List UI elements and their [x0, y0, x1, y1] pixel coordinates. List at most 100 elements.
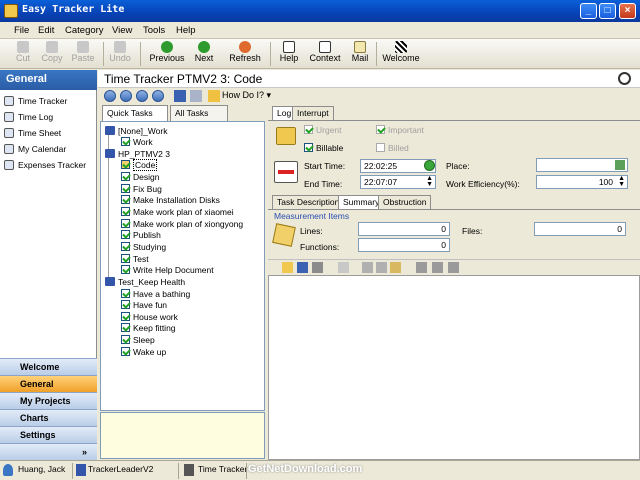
maximize-button[interactable]: □: [599, 3, 616, 19]
nav-time-sheet[interactable]: Time Sheet: [4, 128, 61, 138]
task-checkbox[interactable]: [121, 265, 130, 274]
task-checkbox[interactable]: [121, 207, 130, 216]
end-time-field[interactable]: 22:07:07 ▲ ▼: [360, 175, 436, 189]
nav-my-projects[interactable]: My Projects: [0, 392, 97, 409]
help-button[interactable]: Help: [278, 41, 300, 67]
pause-button[interactable]: [136, 90, 148, 102]
tab-obstruction[interactable]: Obstruction: [378, 195, 432, 209]
tree-item-wake-up[interactable]: Wake up: [121, 347, 166, 357]
task-checkbox[interactable]: [121, 160, 130, 169]
tree-item-test[interactable]: Test: [121, 254, 149, 264]
task-checkbox[interactable]: [121, 300, 130, 309]
find-icon[interactable]: [416, 262, 427, 273]
cut-icon[interactable]: [362, 262, 373, 273]
undo-icon[interactable]: [338, 262, 349, 273]
tree-item-house-work[interactable]: House work: [121, 312, 178, 322]
task-checkbox[interactable]: [121, 335, 130, 344]
nav-welcome[interactable]: Welcome: [0, 358, 97, 375]
refresh-button[interactable]: Refresh: [228, 41, 262, 67]
tree-item-work-plan-xiaomei[interactable]: Make work plan of xiaomei: [121, 207, 234, 217]
copy-button[interactable]: Copy: [40, 41, 64, 67]
open-icon[interactable]: [282, 262, 293, 273]
task-checkbox[interactable]: [121, 184, 130, 193]
context-button[interactable]: Context: [308, 41, 342, 67]
task-checkbox[interactable]: [121, 289, 130, 298]
tree-item-keep-fitting[interactable]: Keep fitting: [121, 323, 176, 333]
menu-help[interactable]: Help: [176, 25, 196, 36]
tree-item-have-fun[interactable]: Have fun: [121, 300, 167, 310]
task-notes-area[interactable]: [100, 412, 265, 459]
nav-my-calendar[interactable]: My Calendar: [4, 144, 66, 154]
nav-time-tracker[interactable]: Time Tracker: [4, 96, 67, 106]
save-icon[interactable]: [297, 262, 308, 273]
tree-item-work[interactable]: Work: [121, 137, 153, 147]
tab-interrupt[interactable]: Interrupt: [292, 106, 334, 120]
tree-item-fix-bug[interactable]: Fix Bug: [121, 184, 162, 194]
document-icon[interactable]: [190, 90, 202, 102]
go-icon[interactable]: [424, 160, 435, 171]
task-checkbox[interactable]: [121, 254, 130, 263]
nav-time-log[interactable]: Time Log: [4, 112, 53, 122]
tab-quick-tasks[interactable]: Quick Tasks: [102, 105, 168, 122]
task-checkbox[interactable]: [121, 312, 130, 321]
nav-settings[interactable]: Settings: [0, 426, 97, 443]
replace-icon[interactable]: [448, 262, 459, 273]
save-icon[interactable]: [174, 90, 186, 102]
task-checkbox[interactable]: [121, 195, 130, 204]
mail-button[interactable]: Mail: [350, 41, 370, 67]
undo-button[interactable]: Undo: [108, 41, 132, 67]
tree-item-sleep[interactable]: Sleep: [121, 335, 155, 345]
task-checkbox[interactable]: [121, 242, 130, 251]
rewind-button[interactable]: [104, 90, 116, 102]
menu-edit[interactable]: Edit: [38, 25, 54, 36]
menu-file[interactable]: File: [14, 25, 29, 36]
tree-group-none-work[interactable]: [None]_Work: [105, 126, 167, 136]
welcome-button[interactable]: Welcome: [381, 41, 421, 67]
task-checkbox[interactable]: [121, 137, 130, 146]
billed-checkbox[interactable]: Billed: [376, 143, 409, 153]
tree-item-design[interactable]: Design: [121, 172, 159, 182]
tree-item-code[interactable]: Code: [121, 159, 158, 171]
paste-icon[interactable]: [390, 262, 401, 273]
tree-item-publish[interactable]: Publish: [121, 230, 161, 240]
previous-button[interactable]: Previous: [149, 41, 185, 67]
task-checkbox[interactable]: [121, 172, 130, 181]
tree-item-work-plan-xiongyong[interactable]: Make work plan of xiongyong: [121, 219, 243, 229]
nav-charts[interactable]: Charts: [0, 409, 97, 426]
functions-field[interactable]: 0: [358, 238, 450, 252]
tree-item-studying[interactable]: Studying: [121, 242, 166, 252]
nav-expenses-tracker[interactable]: Expenses Tracker: [4, 160, 86, 170]
map-icon[interactable]: [615, 160, 625, 170]
nav-general[interactable]: General: [0, 375, 97, 392]
menu-category[interactable]: Category: [65, 25, 104, 36]
tree-item-write-help-document[interactable]: Write Help Document: [121, 265, 214, 275]
urgent-checkbox[interactable]: Urgent: [304, 125, 342, 135]
task-checkbox[interactable]: [121, 230, 130, 239]
find-next-icon[interactable]: [432, 262, 443, 273]
menu-tools[interactable]: Tools: [143, 25, 165, 36]
files-field[interactable]: 0: [534, 222, 626, 236]
cut-button[interactable]: Cut: [14, 41, 32, 67]
place-field[interactable]: [536, 158, 628, 172]
paste-button[interactable]: Paste: [70, 41, 96, 67]
summary-editor[interactable]: [268, 275, 640, 460]
task-checkbox[interactable]: [121, 323, 130, 332]
tree-item-have-a-bathing[interactable]: Have a bathing: [121, 289, 190, 299]
work-efficiency-field[interactable]: 100 ▲ ▼: [536, 175, 628, 189]
important-checkbox[interactable]: Important: [376, 125, 424, 135]
task-checkbox[interactable]: [121, 347, 130, 356]
tab-all-tasks[interactable]: All Tasks: [170, 105, 228, 121]
billable-checkbox[interactable]: Billable: [304, 143, 343, 153]
lines-field[interactable]: 0: [358, 222, 450, 236]
tree-group-test-keep-health[interactable]: Test_Keep Health: [105, 277, 185, 287]
task-checkbox[interactable]: [121, 219, 130, 228]
tree-item-make-installation-disks[interactable]: Make Installation Disks: [121, 195, 220, 205]
back-button[interactable]: [120, 90, 132, 102]
how-do-i-button[interactable]: How Do I? ▾: [222, 90, 271, 101]
tree-group-hp-ptmv2-3[interactable]: HP_PTMV2 3: [105, 149, 170, 159]
tab-task-description[interactable]: Task Description: [272, 195, 345, 209]
copy-icon[interactable]: [376, 262, 387, 273]
print-icon[interactable]: [312, 262, 323, 273]
menu-view[interactable]: View: [112, 25, 132, 36]
forward-button[interactable]: [152, 90, 164, 102]
